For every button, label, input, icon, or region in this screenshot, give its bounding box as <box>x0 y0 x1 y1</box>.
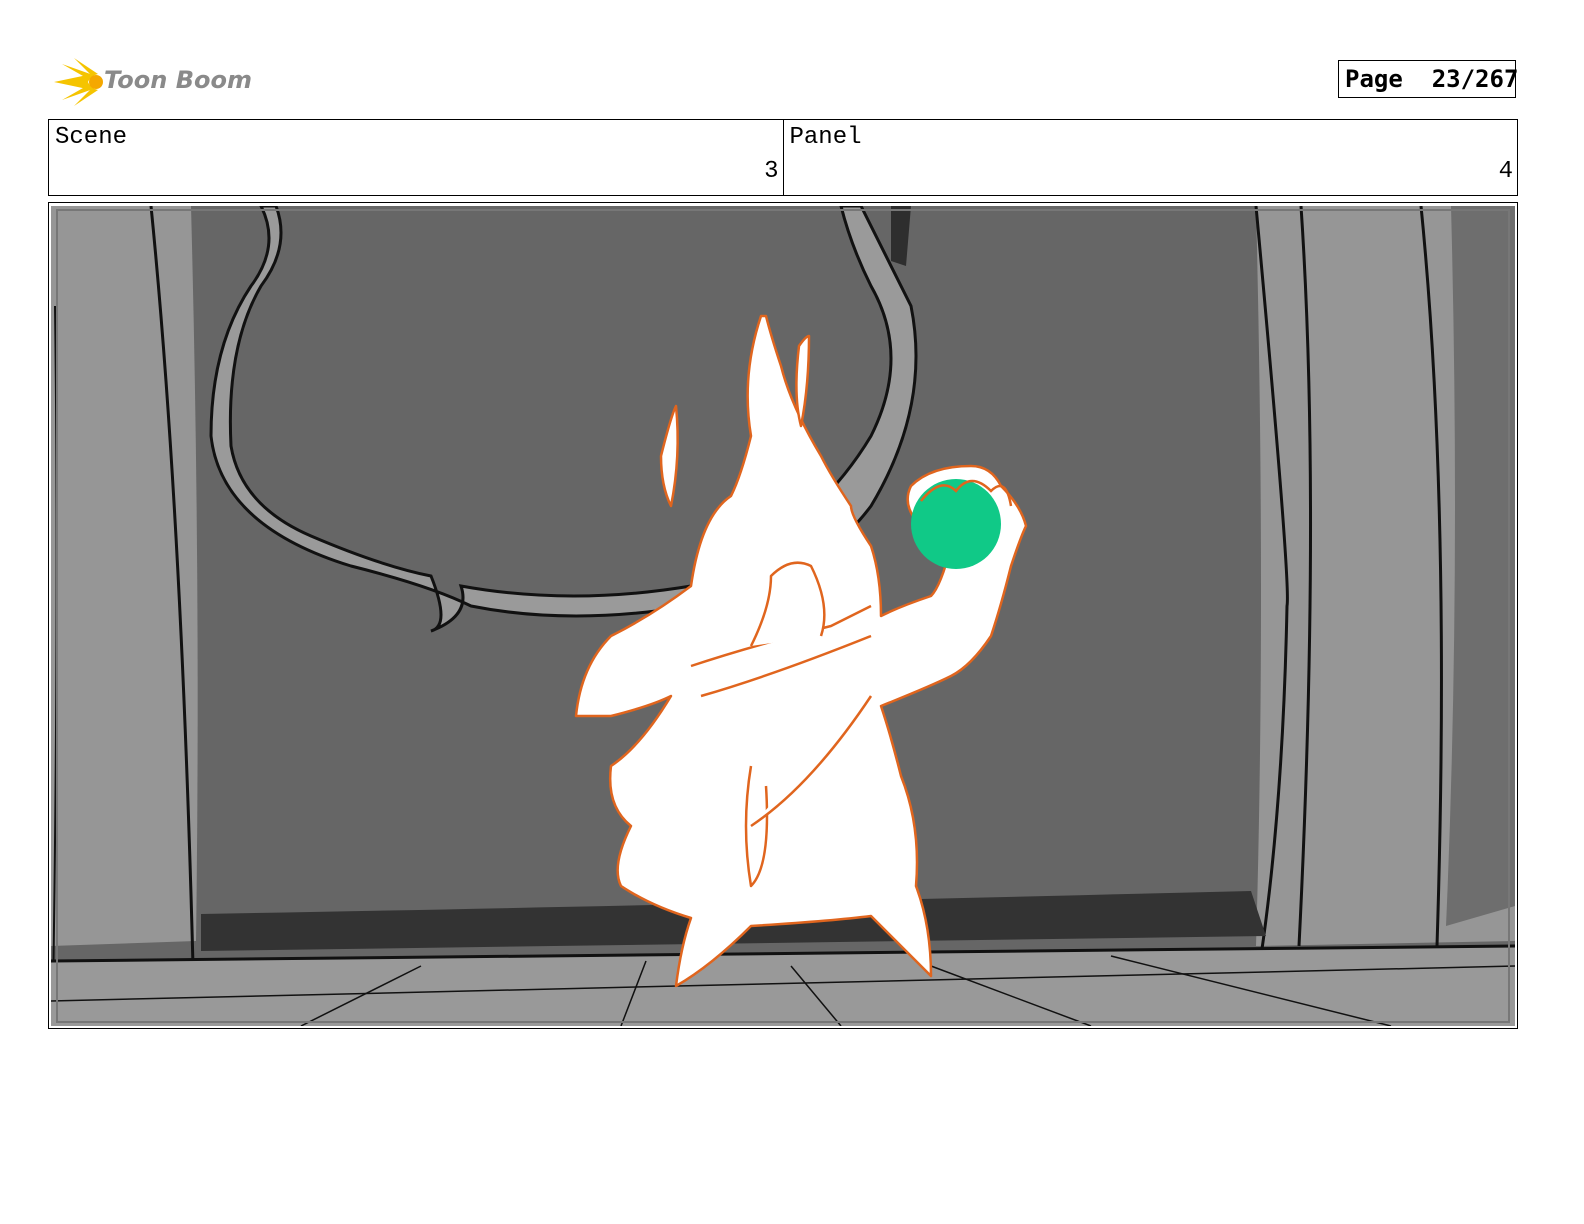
brand-name: Toon Boom <box>104 66 252 94</box>
scene-number: 3 <box>764 158 779 185</box>
panel-label: Panel <box>789 124 862 151</box>
panel-cell: Panel 4 <box>782 120 1518 195</box>
scene-label: Scene <box>55 124 128 151</box>
storyboard-drawing <box>51 206 1515 1026</box>
page-counter: Page 23/267 <box>1338 60 1518 98</box>
panel-number: 4 <box>1498 158 1513 185</box>
scene-cell: Scene 3 <box>49 120 783 195</box>
scene-panel-header: Scene 3 Panel 4 <box>48 119 1518 196</box>
